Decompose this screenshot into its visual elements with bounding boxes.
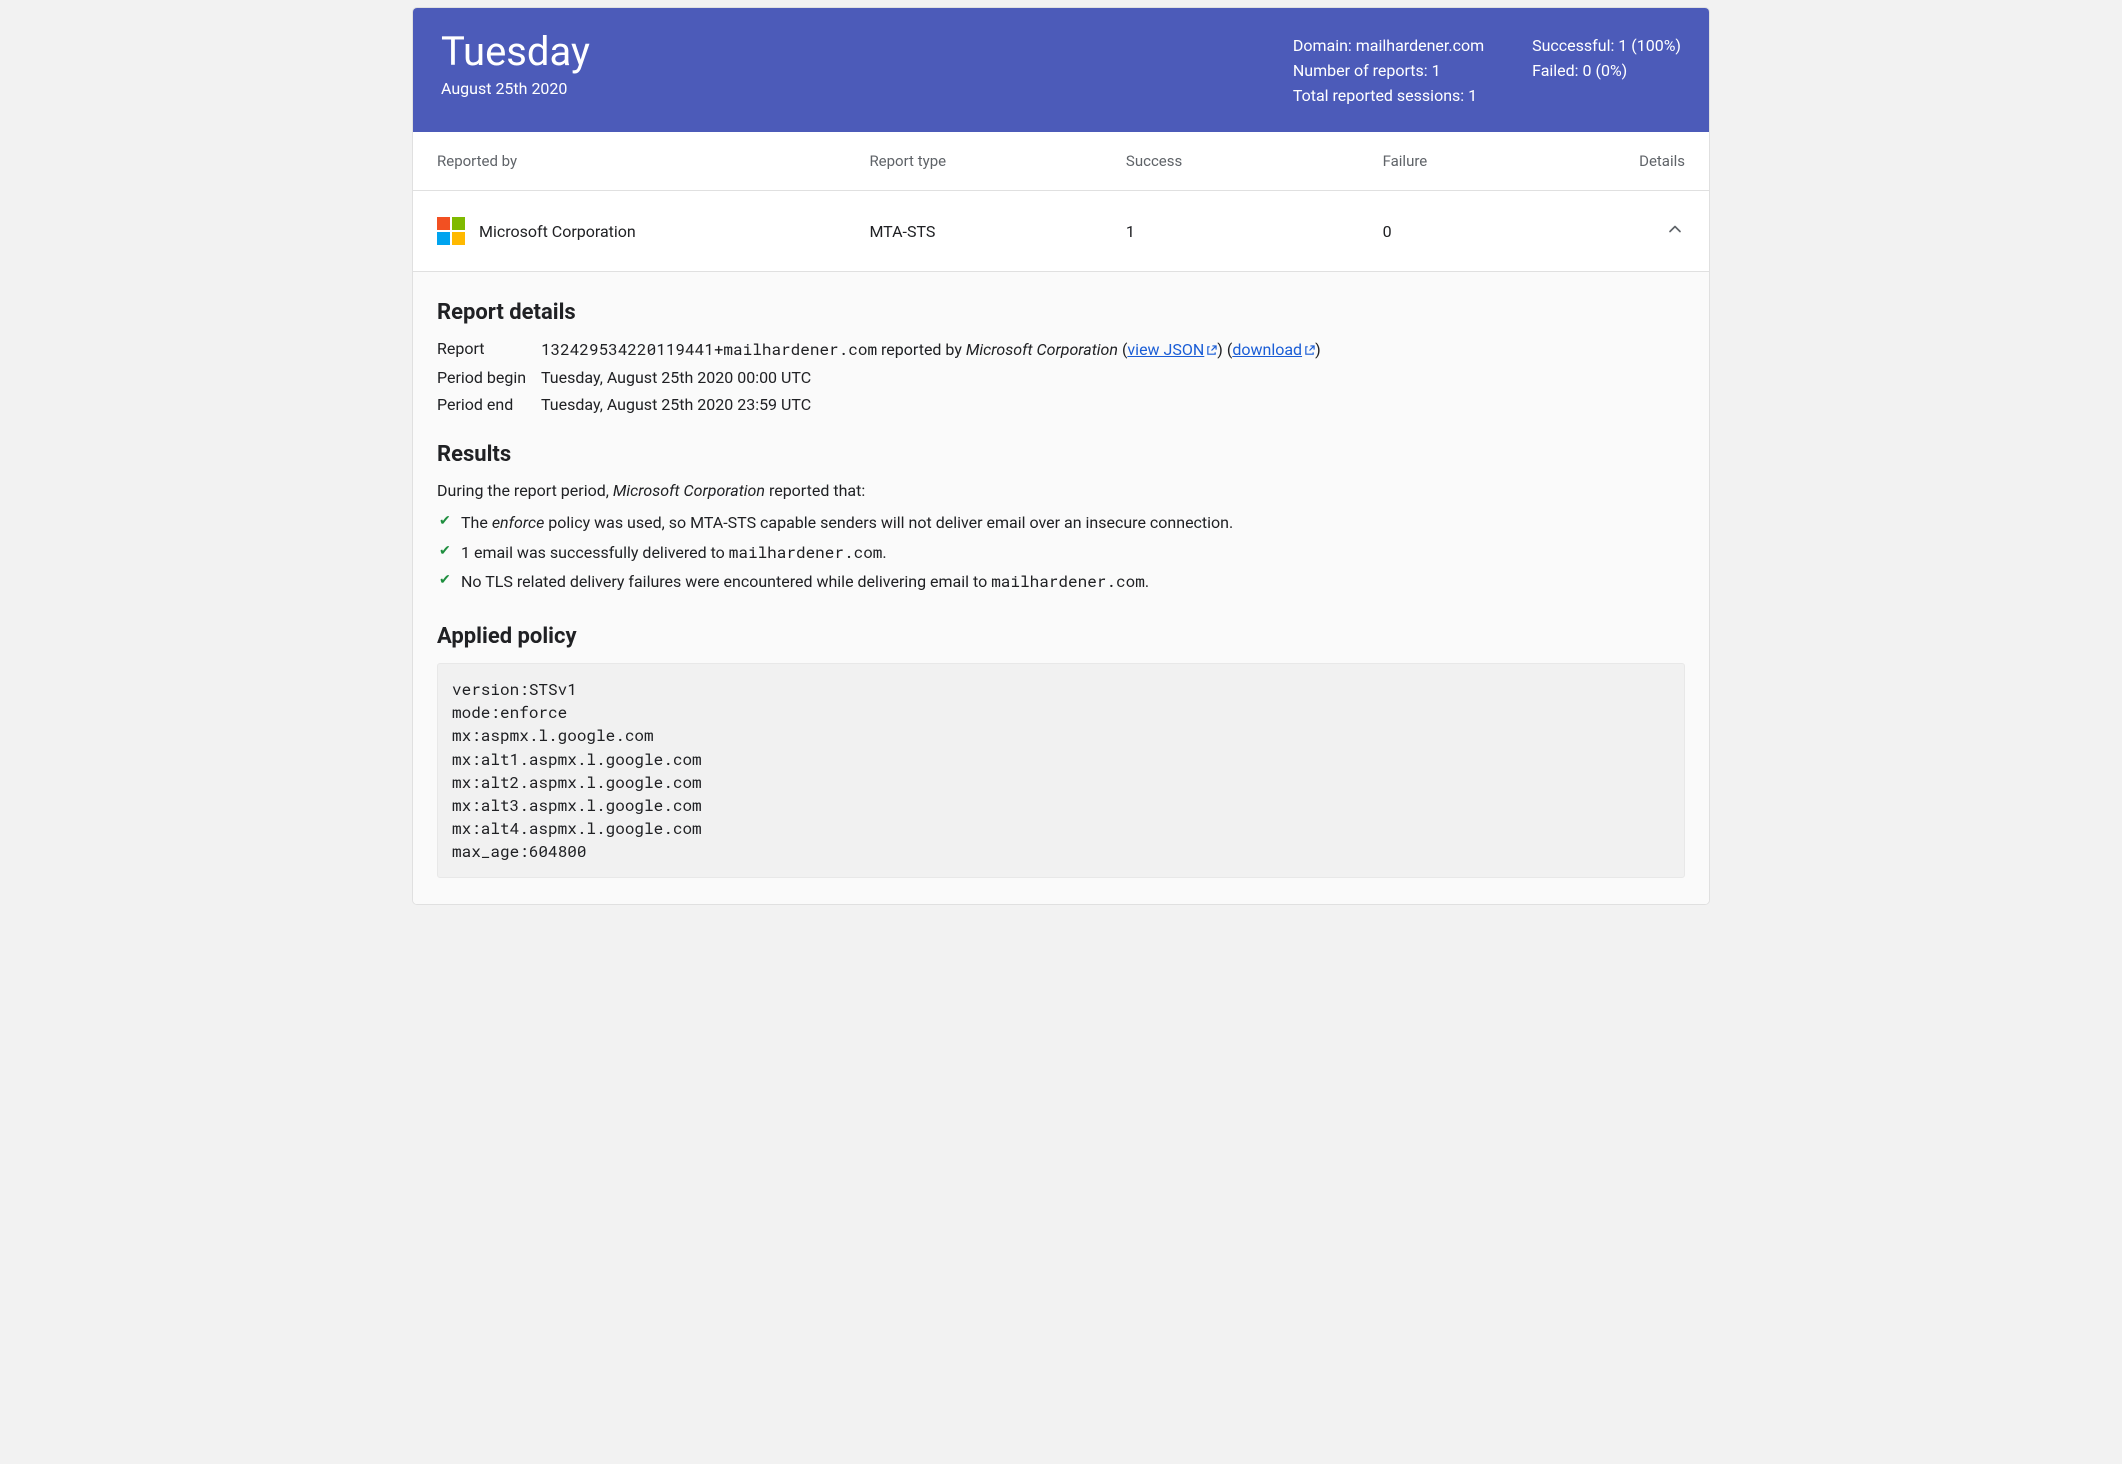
reporter-cell: Microsoft Corporation	[437, 217, 829, 245]
col-failure: Failure	[1363, 132, 1620, 191]
header-right: Domain: mailhardener.com Number of repor…	[1293, 28, 1681, 108]
results-list: The enforce policy was used, so MTA-STS …	[437, 508, 1685, 596]
col-report-type: Report type	[849, 132, 1105, 191]
header-num-reports: Number of reports: 1	[1293, 59, 1484, 84]
col-success: Success	[1106, 132, 1363, 191]
download-link[interactable]: download	[1232, 340, 1315, 359]
header-domain: Domain: mailhardener.com	[1293, 34, 1484, 59]
policy-block: version:STSv1 mode:enforce mx:aspmx.l.go…	[437, 663, 1685, 879]
report-value: 132429534220119441+mailhardener.com repo…	[541, 339, 1685, 360]
header-day: Tuesday	[441, 28, 590, 75]
period-end-label: Period end	[437, 395, 537, 414]
table-row[interactable]: Microsoft Corporation MTA-STS 1 0	[413, 191, 1709, 272]
header-left: Tuesday August 25th 2020	[441, 28, 590, 98]
details-heading: Report details	[437, 300, 1685, 325]
results-heading: Results	[437, 442, 1685, 467]
col-details: Details	[1619, 132, 1709, 191]
summary-table: Reported by Report type Success Failure …	[413, 132, 1709, 272]
header-successful: Successful: 1 (100%)	[1532, 34, 1681, 59]
header-date: August 25th 2020	[441, 79, 590, 98]
header-total-sessions: Total reported sessions: 1	[1293, 84, 1484, 109]
period-begin-value: Tuesday, August 25th 2020 00:00 UTC	[541, 368, 1685, 387]
microsoft-logo-icon	[437, 217, 465, 245]
report-card: Tuesday August 25th 2020 Domain: mailhar…	[413, 8, 1709, 904]
details-kv: Report 132429534220119441+mailhardener.c…	[437, 339, 1685, 414]
col-reported-by: Reported by	[413, 132, 849, 191]
header: Tuesday August 25th 2020 Domain: mailhar…	[413, 8, 1709, 132]
reporter-name: Microsoft Corporation	[479, 222, 636, 241]
report-label: Report	[437, 339, 537, 360]
header-stats-col2: Successful: 1 (100%) Failed: 0 (0%)	[1532, 34, 1681, 108]
period-begin-label: Period begin	[437, 368, 537, 387]
header-failed: Failed: 0 (0%)	[1532, 59, 1681, 84]
details-panel: Report details Report 132429534220119441…	[413, 272, 1709, 904]
cell-success: 1	[1106, 191, 1363, 272]
reporter-name-italic: Microsoft Corporation	[966, 340, 1118, 359]
chevron-up-icon[interactable]	[1665, 220, 1685, 244]
period-end-value: Tuesday, August 25th 2020 23:59 UTC	[541, 395, 1685, 414]
reported-by-text: reported by	[877, 340, 966, 359]
list-item: The enforce policy was used, so MTA-STS …	[437, 508, 1685, 537]
header-stats-col1: Domain: mailhardener.com Number of repor…	[1293, 34, 1484, 108]
policy-heading: Applied policy	[437, 624, 1685, 649]
view-json-link[interactable]: view JSON	[1127, 340, 1217, 359]
results-intro: During the report period, Microsoft Corp…	[437, 481, 1685, 500]
cell-failure: 0	[1363, 191, 1620, 272]
list-item: No TLS related delivery failures were en…	[437, 567, 1685, 596]
cell-report-type: MTA-STS	[849, 191, 1105, 272]
external-link-icon	[1206, 341, 1217, 352]
external-link-icon	[1304, 341, 1315, 352]
list-item: 1 email was successfully delivered to ma…	[437, 538, 1685, 567]
report-id: 132429534220119441+mailhardener.com	[541, 339, 877, 360]
